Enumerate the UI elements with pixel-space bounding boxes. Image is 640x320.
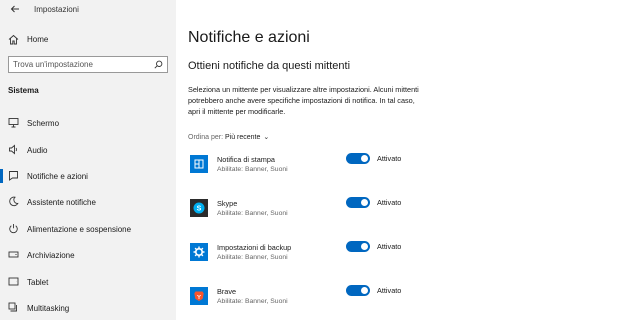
sidebar-item-multitasking[interactable]: Multitasking (0, 295, 176, 320)
sidebar-item-label: Notifiche e azioni (27, 172, 88, 181)
toggle-label: Attivato (377, 154, 402, 163)
svg-text:S: S (197, 206, 202, 213)
page-title: Notifiche e azioni (188, 29, 310, 46)
app-row-print-notification[interactable]: Notifica di stampa Abilitate: Banner, Su… (188, 152, 628, 184)
sidebar-item-schermo[interactable]: Schermo (0, 110, 176, 136)
back-button[interactable] (8, 3, 22, 17)
app-row-skype[interactable]: S Skype Abilitate: Banner, Suoni Attivat… (188, 196, 628, 228)
notification-toggle[interactable] (346, 241, 370, 252)
app-detail: Abilitate: Banner, Suoni (217, 254, 288, 261)
app-detail: Abilitate: Banner, Suoni (217, 298, 288, 305)
main-panel: Notifiche e azioni Ottieni notifiche da … (176, 0, 640, 320)
app-detail: Abilitate: Banner, Suoni (217, 210, 288, 217)
sidebar-item-label: Multitasking (27, 304, 70, 313)
toggle-label: Attivato (377, 286, 402, 295)
notification-toggle[interactable] (346, 197, 370, 208)
toggle-knob (361, 155, 368, 162)
app-name: Brave (217, 287, 237, 296)
notification-toggle[interactable] (346, 285, 370, 296)
multitasking-icon (8, 302, 17, 312)
sort-value: Più recente (224, 134, 261, 141)
app-name: Impostazioni di backup (217, 243, 292, 252)
sidebar-item-home[interactable]: Home (0, 30, 176, 50)
print-notification-icon (190, 155, 208, 173)
storage-icon (8, 251, 19, 258)
sidebar-item-alimentazione-e-sospensione[interactable]: Alimentazione e sospensione (0, 216, 176, 242)
chevron-down-icon: ⌄ (263, 134, 270, 141)
sidebar-item-label: Audio (27, 146, 48, 155)
sidebar-item-audio[interactable]: Audio (0, 137, 176, 163)
app-row-brave[interactable]: Brave Abilitate: Banner, Suoni Attivato (188, 284, 628, 316)
toggle-knob (361, 287, 368, 294)
toggle-label: Attivato (377, 242, 402, 251)
search-input[interactable] (13, 59, 149, 70)
notification-toggle[interactable] (346, 153, 370, 164)
toggle-label: Attivato (377, 198, 402, 207)
sidebar-item-label: Assistente notifiche (27, 198, 96, 207)
app-detail: Abilitate: Banner, Suoni (217, 166, 288, 173)
title-bar: Impostazioni (0, 0, 176, 20)
sidebar-item-label: Alimentazione e sospensione (27, 225, 132, 234)
backup-gear-icon (190, 243, 208, 261)
toggle-knob (361, 243, 368, 250)
brave-icon (190, 287, 208, 305)
sidebar-item-notifiche-e-azioni[interactable]: Notifiche e azioni (0, 163, 176, 189)
sidebar-item-label: Archiviazione (27, 251, 75, 260)
sidebar-item-label: Schermo (27, 119, 60, 128)
search-icon[interactable] (154, 60, 163, 69)
sidebar-item-archiviazione[interactable]: Archiviazione (0, 242, 176, 268)
description: Seleziona un mittente per visualizzare a… (188, 85, 419, 116)
home-label: Home (27, 35, 49, 44)
power-icon (9, 224, 18, 234)
app-name: Skype (217, 199, 238, 208)
sidebar-item-label: Tablet (27, 278, 49, 287)
moon-icon (9, 196, 19, 207)
sort-dropdown[interactable]: Ordina per: Più recente ⌄ (188, 133, 269, 141)
app-name: Notifica di stampa (217, 155, 275, 164)
section-title: Ottieni notifiche da questi mittenti (188, 60, 351, 72)
toggle-knob (361, 199, 368, 206)
tablet-icon (8, 277, 19, 286)
app-title: Impostazioni (34, 5, 79, 14)
sidebar: Impostazioni Home Sistema Schermo Audio … (0, 0, 176, 320)
skype-icon: S (190, 199, 208, 217)
notification-icon (9, 171, 18, 181)
speaker-icon (9, 144, 17, 155)
sort-prefix: Ordina per: (188, 134, 225, 141)
app-row-backup-settings[interactable]: Impostazioni di backup Abilitate: Banner… (188, 240, 628, 272)
sidebar-item-tablet[interactable]: Tablet (0, 269, 176, 295)
search-box[interactable] (8, 56, 168, 73)
back-arrow-icon (10, 5, 19, 13)
sidebar-item-assistente-notifiche[interactable]: Assistente notifiche (0, 189, 176, 215)
section-label-system: Sistema (8, 86, 39, 95)
home-icon (8, 34, 19, 45)
monitor-icon (8, 118, 19, 128)
